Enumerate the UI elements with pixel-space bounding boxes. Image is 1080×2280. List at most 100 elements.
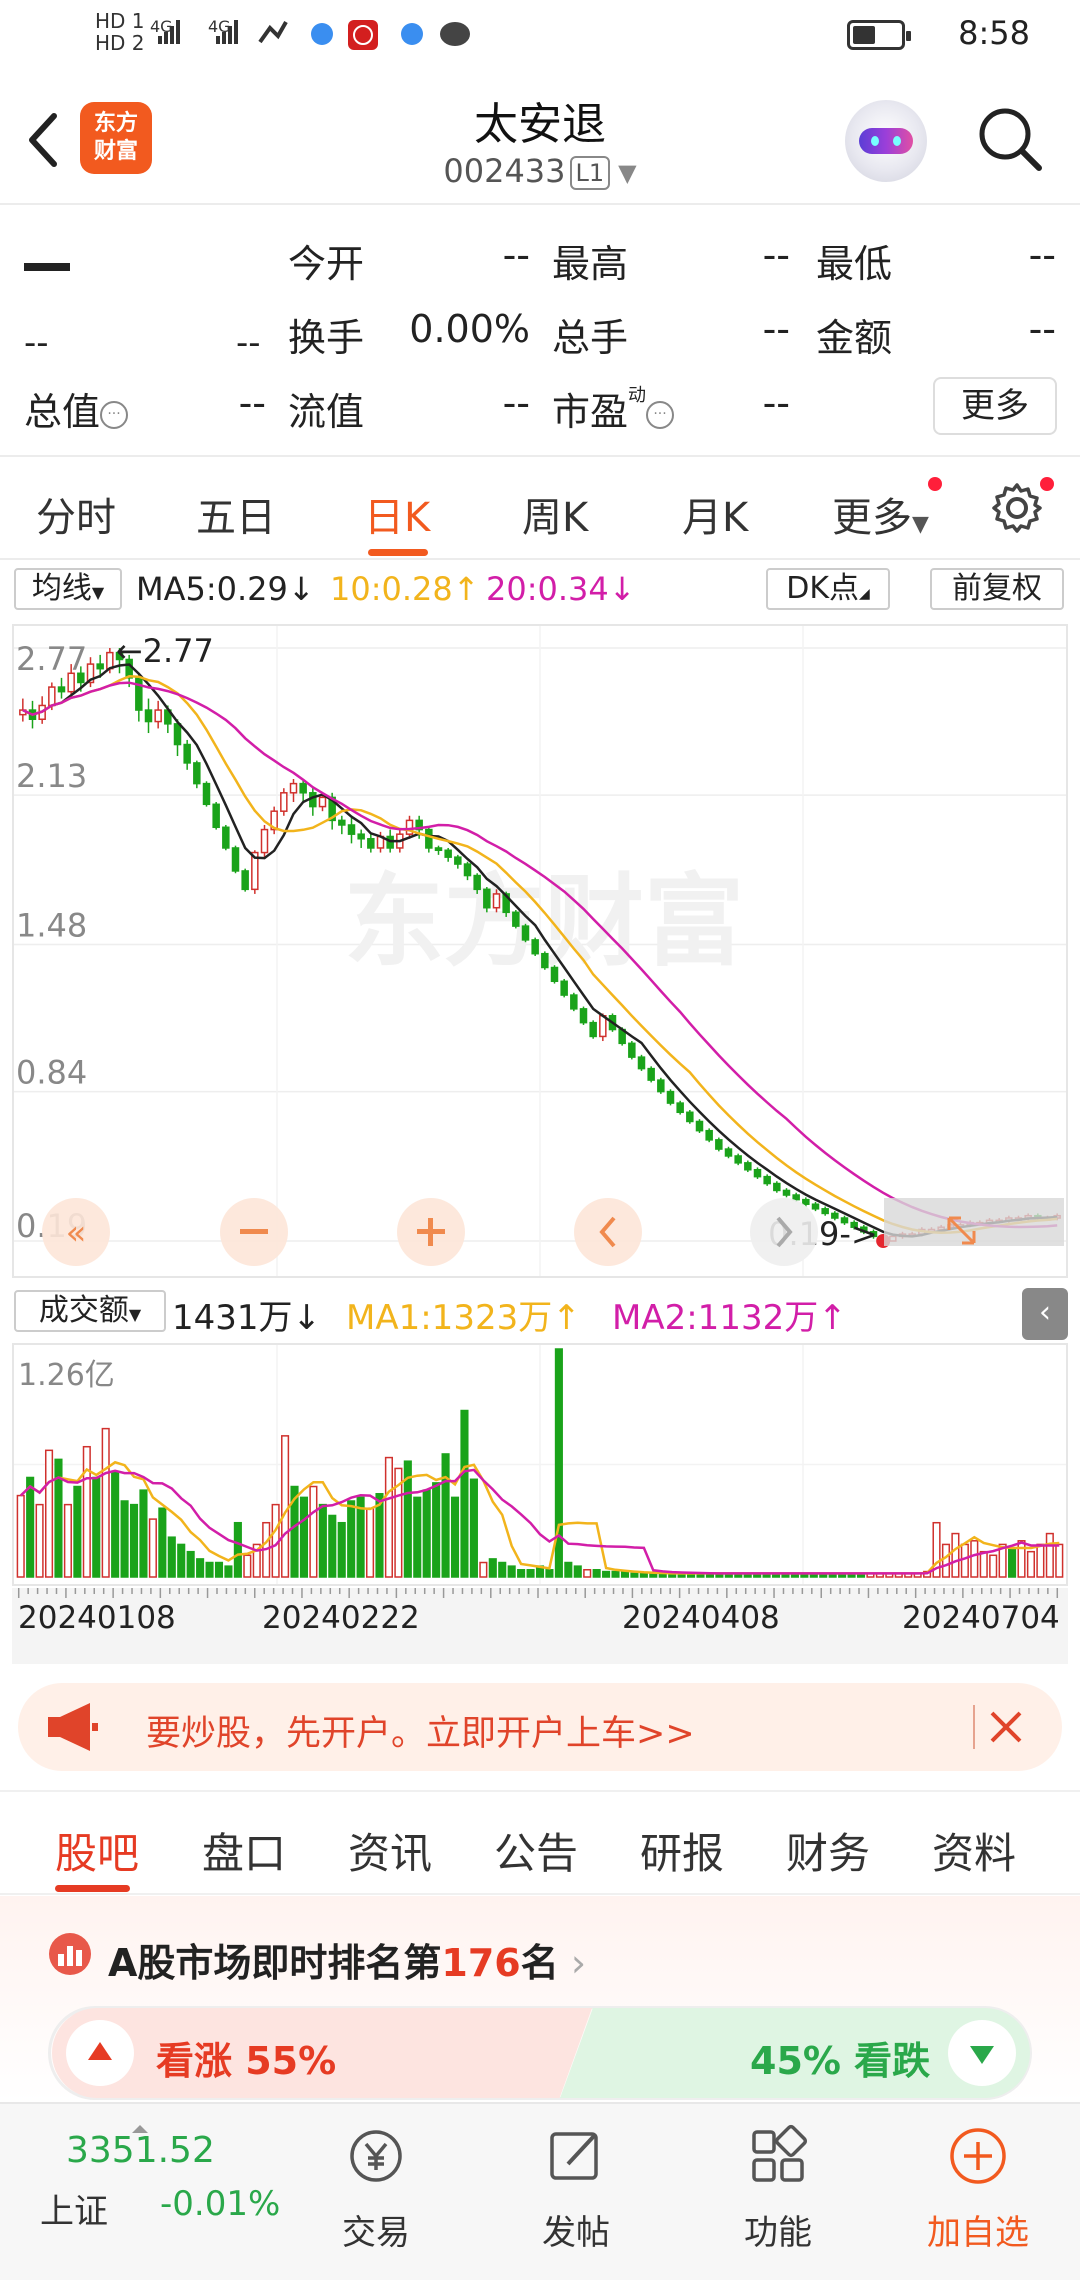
sentiment-section: A股市场即时排名第176名 › 看涨 55% 45% 看跌 bbox=[0, 1896, 1080, 2102]
volume-bar bbox=[26, 1476, 35, 1578]
candle bbox=[454, 856, 462, 865]
tab-news[interactable]: 资讯 bbox=[348, 1820, 432, 1881]
battery-icon bbox=[847, 20, 911, 50]
dk-point-button[interactable]: DK点◢ bbox=[766, 568, 890, 610]
tab-forum[interactable]: 股吧 bbox=[55, 1820, 139, 1881]
active-tab-indicator bbox=[368, 549, 428, 556]
candle bbox=[734, 1155, 742, 1164]
next-icon[interactable] bbox=[750, 1198, 818, 1266]
open-account-banner[interactable]: 要炒股，先开户。立即开户上车>> bbox=[18, 1683, 1062, 1771]
stock-code: 002433 bbox=[443, 152, 566, 190]
volume-bar bbox=[328, 1514, 337, 1578]
candle bbox=[637, 1056, 646, 1070]
index-name[interactable]: 上证 bbox=[40, 2184, 108, 2233]
bottom-nav: 3351.52 上证 -0.01% 交易 发帖 功能 加自选 bbox=[0, 2102, 1080, 2280]
tab-weekly-k[interactable]: 周K bbox=[522, 485, 588, 543]
settings-gear-icon[interactable] bbox=[990, 481, 1044, 535]
candle bbox=[628, 1042, 636, 1058]
volume-bar bbox=[951, 1532, 960, 1578]
compose-icon bbox=[550, 2132, 598, 2180]
expand-caret-icon[interactable] bbox=[132, 2102, 148, 2133]
volume-bar bbox=[224, 1565, 233, 1578]
volume-bar bbox=[214, 1561, 224, 1578]
collapse-panel-icon[interactable]: ‹ bbox=[1022, 1288, 1068, 1340]
volume-bar bbox=[630, 1572, 639, 1578]
volume-bar bbox=[63, 1503, 72, 1578]
amount-label: 金额 bbox=[816, 316, 893, 360]
candle bbox=[589, 1021, 597, 1038]
change-pct-value: -- bbox=[236, 323, 261, 363]
banner-text[interactable]: 要炒股，先开户。立即开户上车>> bbox=[146, 1705, 695, 1756]
volume-ma2: MA2:1132万↑ bbox=[612, 1298, 847, 1338]
nav-post[interactable]: 发帖 bbox=[506, 2124, 646, 2254]
volume-bar bbox=[139, 1489, 148, 1578]
tab-five-day[interactable]: 五日 bbox=[196, 485, 276, 543]
volume-bar bbox=[460, 1409, 469, 1578]
volume-bar bbox=[488, 1558, 497, 1578]
candle bbox=[202, 782, 211, 806]
tab-more[interactable]: 更多▼ bbox=[832, 485, 929, 543]
close-icon[interactable] bbox=[986, 1707, 1026, 1747]
rank-title[interactable]: A股市场即时排名第176名 › bbox=[108, 1932, 586, 1987]
volume-bar bbox=[554, 1348, 563, 1578]
nav-features[interactable]: 功能 bbox=[708, 2124, 848, 2254]
volume-chart[interactable]: 1.26亿 bbox=[12, 1343, 1068, 1586]
candle bbox=[367, 838, 375, 849]
ma10-label: 10:0.28↑ bbox=[330, 570, 480, 608]
volume-bar bbox=[479, 1561, 488, 1578]
volume-bar bbox=[970, 1540, 979, 1578]
candle bbox=[560, 980, 568, 996]
index-value[interactable]: 3351.52 bbox=[66, 2130, 215, 2171]
tab-profile[interactable]: 资料 bbox=[932, 1820, 1016, 1881]
nav-add-watchlist-label: 加自选 bbox=[927, 2213, 1029, 2253]
kline-svg[interactable]: 东方财富 2.772.131.480.840.19 ←2.77 0.19-> « bbox=[14, 626, 1066, 1276]
candle bbox=[57, 686, 66, 693]
volume-indicator-select[interactable]: 成交额▼ bbox=[14, 1290, 166, 1332]
volume-bar bbox=[243, 1554, 252, 1578]
tab-monthly-k[interactable]: 月K bbox=[682, 485, 748, 543]
volume-bar bbox=[299, 1496, 309, 1578]
mktcap-label[interactable]: 总值 ··· bbox=[24, 381, 129, 436]
tab-intraday[interactable]: 分时 bbox=[36, 485, 116, 543]
tab-announcements[interactable]: 公告 bbox=[494, 1820, 578, 1881]
candle bbox=[222, 826, 230, 849]
volume-bar bbox=[1017, 1540, 1026, 1578]
turnover-value: 0.00% bbox=[409, 307, 530, 351]
adjust-button[interactable]: 前复权 bbox=[930, 568, 1064, 610]
volume-bar bbox=[526, 1569, 535, 1578]
volume-value: -- bbox=[762, 307, 790, 351]
bearish-button[interactable]: 45% 看跌 bbox=[560, 2008, 1030, 2098]
dropdown-caret-icon: ▼ bbox=[128, 1305, 142, 1324]
index-change[interactable]: -0.01% bbox=[160, 2184, 280, 2224]
candle bbox=[792, 1194, 800, 1201]
candle bbox=[144, 709, 153, 723]
nav-add-watchlist[interactable]: 加自选 bbox=[908, 2124, 1048, 2254]
volume-bar bbox=[186, 1550, 195, 1578]
megaphone-icon bbox=[48, 1703, 98, 1751]
high-annotation: ←2.77 bbox=[116, 632, 214, 670]
bearish-label: 45% 看跌 bbox=[750, 2039, 931, 2083]
tab-daily-k[interactable]: 日K bbox=[364, 485, 430, 543]
kline-chart[interactable]: 东方财富 2.772.131.480.840.19 ←2.77 0.19-> « bbox=[12, 624, 1068, 1278]
more-button[interactable]: 更多 bbox=[933, 377, 1057, 435]
up-arrow-icon bbox=[66, 2020, 134, 2086]
tab-orderbook[interactable]: 盘口 bbox=[202, 1820, 286, 1881]
network-indicator: HD 1 HD 2 bbox=[95, 10, 145, 54]
tab-research[interactable]: 研报 bbox=[640, 1820, 724, 1881]
volume-svg[interactable]: 1.26亿 bbox=[14, 1345, 1066, 1584]
indicator-select[interactable]: 均线▼ bbox=[14, 568, 122, 610]
date-tick: 20240704 bbox=[902, 1600, 1060, 1636]
tab-financials[interactable]: 财务 bbox=[786, 1820, 870, 1881]
search-icon[interactable] bbox=[975, 104, 1045, 174]
assistant-robot-icon[interactable] bbox=[845, 100, 927, 182]
volume-bar bbox=[82, 1445, 91, 1578]
prev-icon[interactable] bbox=[574, 1198, 642, 1266]
bullish-button[interactable]: 看涨 55% bbox=[52, 2008, 592, 2098]
volume-bar bbox=[1036, 1543, 1045, 1578]
volume-bar bbox=[167, 1536, 176, 1578]
volume-bar bbox=[620, 1570, 630, 1578]
volume-bar bbox=[233, 1521, 242, 1578]
divider bbox=[973, 1705, 975, 1749]
pe-label[interactable]: 市盈动··· bbox=[552, 381, 675, 436]
nav-trade[interactable]: 交易 bbox=[306, 2124, 446, 2254]
